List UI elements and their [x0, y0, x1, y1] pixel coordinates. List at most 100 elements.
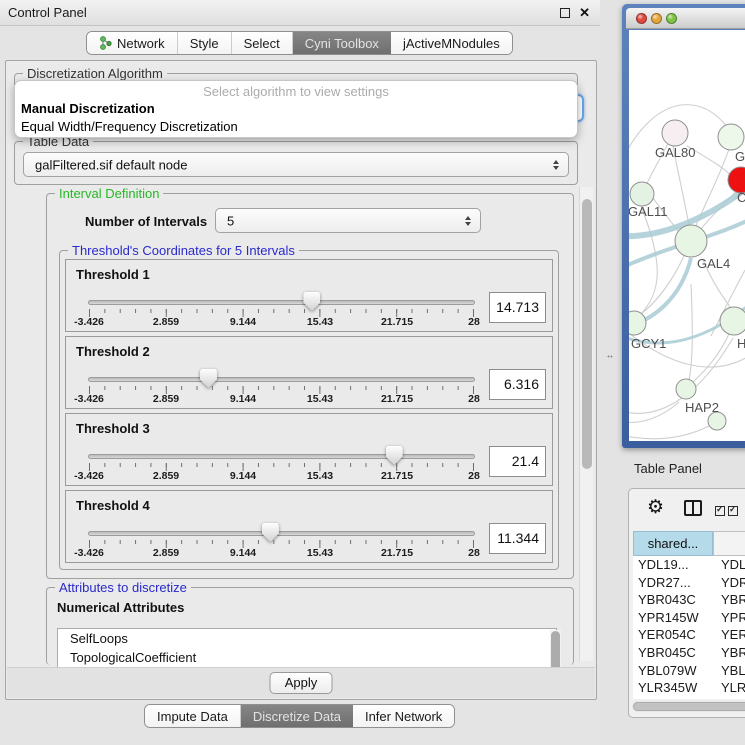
table-row[interactable]: YBR043CYBR0	[633, 591, 745, 609]
cell-shared-name[interactable]: YIL053C	[633, 697, 713, 699]
tab-impute-data[interactable]: Impute Data	[145, 705, 240, 727]
splitter-drag-handle-icon[interactable]	[607, 355, 613, 358]
table-row[interactable]: YER054CYER0	[633, 626, 745, 644]
tick-label: 9.144	[230, 547, 256, 559]
table-row[interactable]: YIL053CYIL0	[633, 697, 745, 699]
table-row[interactable]: YPR145WYPR1	[633, 609, 745, 627]
slider-track[interactable]	[88, 531, 475, 536]
cell-name[interactable]: YBL0	[713, 662, 745, 680]
column-header-shared-name[interactable]: shared...	[633, 531, 713, 556]
cell-name[interactable]: YIL0	[713, 697, 745, 699]
settings-scrollbar-track[interactable]	[579, 187, 593, 661]
threshold-value-field[interactable]: 21.4	[489, 446, 546, 477]
threshold-value-field[interactable]: 11.344	[489, 523, 546, 554]
num-intervals-combobox[interactable]: 5	[215, 208, 481, 233]
thresholds-group-label: Threshold's Coordinates for 5 Intervals	[68, 243, 299, 258]
cell-name[interactable]: YLR3	[713, 679, 745, 697]
cell-name[interactable]: YPR1	[713, 609, 745, 627]
tab-jactivemnodules[interactable]: jActiveMNodules	[391, 32, 512, 54]
column-header-name[interactable]: n	[713, 531, 745, 556]
cell-name[interactable]: YBR0	[713, 591, 745, 609]
threshold-label: Threshold 2	[76, 344, 150, 359]
dropdown-option-manual[interactable]: Manual Discretization	[21, 101, 155, 116]
gear-icon[interactable]: ⚙	[647, 496, 664, 519]
tab-select[interactable]: Select	[231, 32, 292, 54]
table-row[interactable]: YDL19...YDL1	[633, 556, 745, 574]
table-row[interactable]: YBR045CYBR0	[633, 644, 745, 662]
close-traffic-light-icon[interactable]	[636, 13, 647, 24]
tab-style[interactable]: Style	[177, 32, 231, 54]
slider-track[interactable]	[88, 300, 475, 305]
tick-label: 2.859	[153, 393, 179, 405]
network-node[interactable]	[675, 225, 707, 257]
float-window-icon[interactable]	[560, 8, 570, 18]
interval-definition-groupbox: Interval Definition Number of Intervals …	[46, 193, 574, 579]
cell-shared-name[interactable]: YBL079W	[633, 662, 713, 680]
cell-shared-name[interactable]: YBR043C	[633, 591, 713, 609]
tab-network[interactable]: Network	[87, 32, 177, 54]
column-layout-icon[interactable]	[684, 500, 702, 516]
tab-infer-network[interactable]: Infer Network	[353, 705, 454, 727]
attribute-list-item[interactable]: TopologicalCoefficient	[58, 648, 556, 667]
threshold-slider[interactable]: -3.4262.8599.14415.4321.71528	[88, 515, 475, 561]
cell-shared-name[interactable]: YDR27...	[633, 574, 713, 592]
cell-name[interactable]: YDL1	[713, 556, 745, 574]
tab-discretize-data[interactable]: Discretize Data	[240, 705, 353, 727]
threshold-value-field[interactable]: 14.713	[489, 292, 546, 323]
table-horizontal-scrollbar[interactable]	[632, 701, 745, 712]
table-data-groupbox: Table Data galFiltered.sif default node	[14, 141, 578, 185]
table-data-value: galFiltered.sif default node	[35, 157, 187, 172]
cell-shared-name[interactable]: YLR345W	[633, 679, 713, 697]
tick-label: 15.43	[307, 547, 333, 559]
table-rows: YDL19...YDL1YDR27...YDR2YBR043CYBR0YPR14…	[633, 556, 745, 699]
tick-label: 2.859	[153, 316, 179, 328]
zoom-traffic-light-icon[interactable]	[666, 13, 677, 24]
checkbox-icons[interactable]	[715, 503, 741, 521]
slider-tick-labels: -3.4262.8599.14415.4321.71528	[89, 470, 474, 482]
apply-button[interactable]: Apply	[270, 672, 333, 694]
network-tab-icon	[99, 36, 112, 50]
network-node[interactable]	[630, 182, 654, 206]
spinner-arrows-icon	[465, 216, 471, 226]
cell-shared-name[interactable]: YBR045C	[633, 644, 713, 662]
table-row[interactable]: YLR345WYLR3	[633, 679, 745, 697]
tab-cyni-toolbox[interactable]: Cyni Toolbox	[292, 32, 391, 54]
network-window-titlebar[interactable]	[626, 8, 745, 29]
table-data-combobox[interactable]: galFiltered.sif default node	[23, 152, 569, 177]
network-view-window[interactable]: GAL80G.CGAL11GAL4GCY1HHAP2	[622, 4, 745, 448]
network-node[interactable]	[662, 120, 688, 146]
threshold-slider[interactable]: -3.4262.8599.14415.4321.71528	[88, 284, 475, 330]
network-node[interactable]	[718, 124, 744, 150]
threshold-slider[interactable]: -3.4262.8599.14415.4321.71528	[88, 361, 475, 407]
dropdown-option-equal-width[interactable]: Equal Width/Frequency Discretization	[21, 119, 238, 134]
cell-name[interactable]: YBR0	[713, 644, 745, 662]
table-panel: ⚙ shared... n YDL19...YDL1YDR27...YDR2YB…	[628, 488, 745, 718]
attribute-list-item[interactable]: SelfLoops	[58, 629, 556, 648]
slider-track[interactable]	[88, 454, 475, 459]
apply-bar: Apply	[7, 667, 595, 698]
table-row[interactable]: YBL079WYBL0	[633, 662, 745, 680]
settings-scrollbar-thumb[interactable]	[582, 199, 592, 469]
cell-shared-name[interactable]: YDL19...	[633, 556, 713, 574]
cell-name[interactable]: YER0	[713, 626, 745, 644]
cell-shared-name[interactable]: YER054C	[633, 626, 713, 644]
network-node[interactable]	[720, 307, 745, 335]
tab-label: Style	[190, 36, 219, 51]
minimize-traffic-light-icon[interactable]	[651, 13, 662, 24]
cell-shared-name[interactable]: YPR145W	[633, 609, 713, 627]
node-table[interactable]: shared... n YDL19...YDL1YDR27...YDR2YBR0…	[633, 531, 745, 699]
cell-name[interactable]: YDR2	[713, 574, 745, 592]
tick-label: -3.426	[74, 470, 104, 482]
slider-track[interactable]	[88, 377, 475, 382]
network-node[interactable]	[629, 311, 646, 335]
network-node[interactable]	[676, 379, 696, 399]
table-row[interactable]: YDR27...YDR2	[633, 574, 745, 592]
attributes-group-label: Attributes to discretize	[55, 580, 191, 595]
network-canvas[interactable]: GAL80G.CGAL11GAL4GCY1HHAP2	[629, 30, 745, 441]
threshold-box: Threshold 2 -3.4262.8599.14415.4321.7152…	[65, 336, 553, 409]
numerical-attributes-label: Numerical Attributes	[57, 600, 184, 615]
slider-tick-labels: -3.4262.8599.14415.4321.71528	[89, 393, 474, 405]
threshold-slider[interactable]: -3.4262.8599.14415.4321.71528	[88, 438, 475, 484]
close-icon[interactable]: ✕	[579, 5, 590, 21]
threshold-value-field[interactable]: 6.316	[489, 369, 546, 400]
